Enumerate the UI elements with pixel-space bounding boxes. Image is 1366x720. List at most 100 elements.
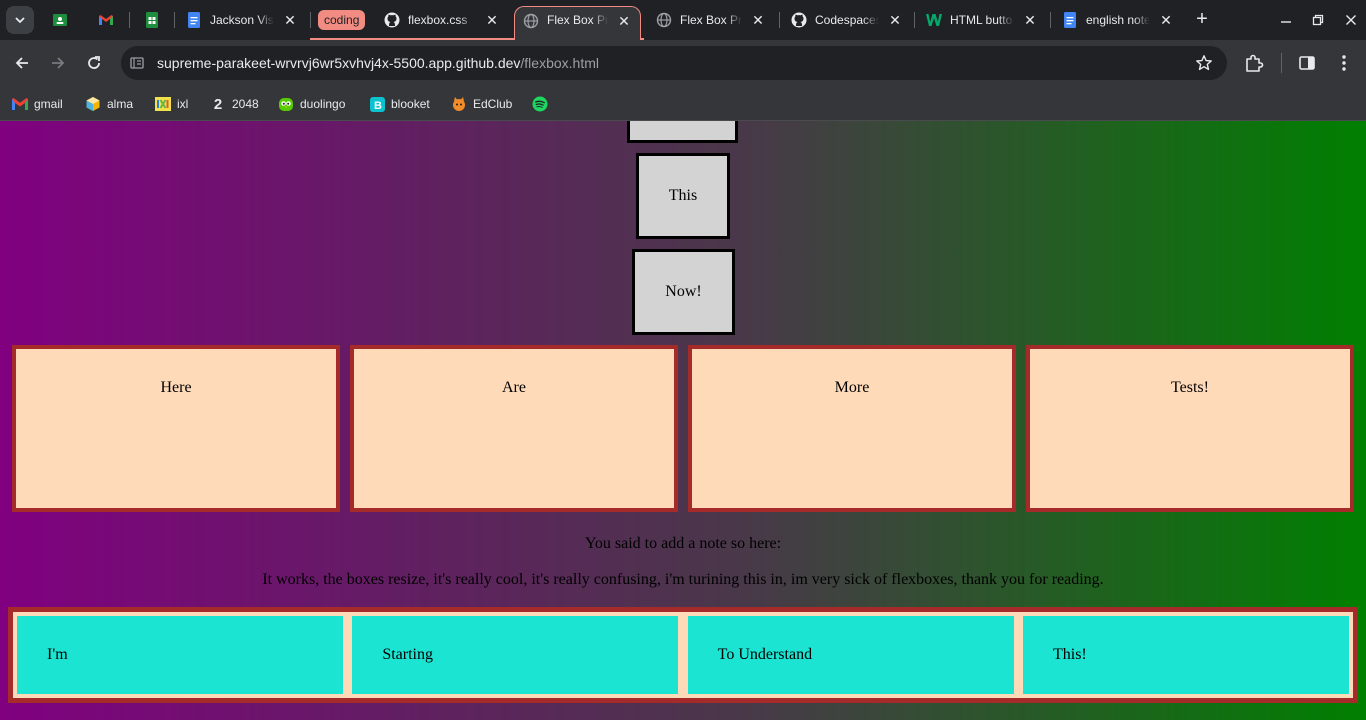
bookmark-spotify[interactable]: [528, 91, 558, 117]
note-text: It works, the boxes resize, it's really …: [262, 571, 1104, 588]
minimize-icon: [1281, 21, 1291, 23]
tab-separator: [914, 12, 915, 28]
tab-separator: [779, 12, 780, 28]
cyan-box-label: This!: [1052, 646, 1087, 663]
peach-box-label: Here: [160, 379, 192, 396]
bookmark-alma[interactable]: alma: [81, 91, 137, 117]
minimize-button[interactable]: [1272, 6, 1300, 34]
peach-box-label: Tests!: [1171, 379, 1209, 396]
tab-title: Jackson Vis: [210, 13, 274, 27]
tab-title: Codespaces: [815, 13, 879, 27]
google-docs-icon: [186, 12, 202, 28]
bookmarks-bar: gmail alma ixl 2 2048 duolingo B blooket…: [0, 86, 1366, 121]
close-icon: [1346, 15, 1356, 25]
bookmark-star-icon[interactable]: [1195, 54, 1213, 72]
address-bar[interactable]: supreme-parakeet-wrvrvj6wr5xvhvj4x-5500.…: [121, 46, 1227, 80]
bookmark-edclub[interactable]: EdClub: [447, 91, 516, 117]
tab-title: Flex Box Pra: [547, 13, 608, 27]
url-host: supreme-parakeet-wrvrvj6wr5xvhvj4x-5500.…: [157, 55, 521, 71]
back-button[interactable]: [8, 49, 36, 77]
extensions-button[interactable]: [1243, 52, 1265, 74]
tab-html-button[interactable]: HTML butto ✕: [918, 6, 1046, 34]
close-tab-icon[interactable]: ✕: [282, 12, 298, 28]
tab-title: Flex Box Pra: [680, 13, 742, 27]
peach-box: Tests!: [1026, 345, 1354, 512]
bookmark-label: ixl: [177, 97, 189, 111]
bookmark-duolingo[interactable]: duolingo: [274, 91, 349, 117]
bookmark-label: alma: [107, 97, 134, 111]
note-heading: You said to add a note so here:: [584, 535, 782, 552]
tab-english-notes[interactable]: english note ✕: [1054, 6, 1182, 34]
side-panel-icon: [1299, 56, 1315, 70]
w3schools-icon: [926, 12, 942, 28]
close-tab-icon[interactable]: ✕: [616, 13, 632, 29]
toolbar-divider: [1281, 53, 1282, 73]
bookmark-ixl[interactable]: ixl: [151, 91, 192, 117]
tab-separator: [174, 12, 175, 28]
forward-button[interactable]: [44, 49, 72, 77]
bookmark-label: gmail: [34, 97, 63, 111]
bookmark-label: duolingo: [300, 97, 346, 111]
globe-icon: [656, 12, 672, 28]
cyan-box-label: To Understand: [717, 646, 813, 663]
peach-box: Here: [12, 345, 340, 512]
tab-codespaces[interactable]: Codespaces ✕: [783, 6, 911, 34]
tab-group-label[interactable]: coding: [318, 10, 366, 30]
tab-flexbox-active[interactable]: Flex Box Pra ✕: [514, 6, 641, 40]
reload-icon: [88, 56, 100, 69]
google-classroom-icon: [53, 14, 67, 26]
github-icon: [384, 12, 400, 28]
close-tab-icon[interactable]: ✕: [1022, 12, 1038, 28]
tab-title: HTML butto: [950, 13, 1013, 27]
pinned-tab-sheets[interactable]: [140, 8, 164, 32]
stack-box-label: This: [668, 187, 698, 204]
page-viewport: This Now! Here Are More Tests! You said …: [0, 121, 1366, 720]
close-tab-icon[interactable]: ✕: [750, 12, 766, 28]
browser-menu-button[interactable]: [1333, 52, 1355, 74]
2048-icon: 2: [213, 95, 223, 113]
restore-button[interactable]: [1304, 6, 1332, 34]
peach-box: Are: [350, 345, 678, 512]
stack-box: This: [636, 153, 730, 239]
tab-title: english note: [1086, 13, 1150, 27]
peach-box: More: [688, 345, 1016, 512]
arrow-left-icon: [15, 57, 28, 69]
restore-icon: [1312, 14, 1324, 26]
tab-jackson[interactable]: Jackson Vis ✕: [178, 6, 306, 34]
google-sheets-icon: [146, 12, 158, 28]
stack-box: Now!: [632, 249, 735, 335]
puzzle-icon: [1246, 54, 1264, 72]
bookmark-blooket[interactable]: B blooket: [365, 91, 434, 117]
gmail-icon: [99, 15, 113, 25]
close-window-button[interactable]: [1337, 6, 1365, 34]
stack-box-label: Now!: [665, 283, 702, 300]
close-tab-icon[interactable]: ✕: [1158, 12, 1174, 28]
github-icon: [791, 12, 807, 28]
bookmark-gmail[interactable]: gmail: [8, 91, 67, 117]
side-panel-button[interactable]: [1296, 52, 1318, 74]
close-tab-icon[interactable]: ✕: [484, 12, 500, 28]
cyan-box-label: I'm: [47, 646, 68, 663]
ixl-icon: [155, 96, 171, 112]
url-path: /flexbox.html: [520, 55, 599, 71]
spotify-icon: [532, 96, 548, 112]
more-vert-icon: [1342, 55, 1346, 71]
bookmark-label: 2048: [232, 97, 259, 111]
tab-search-button[interactable]: [6, 6, 34, 34]
blooket-icon: B: [369, 96, 385, 112]
url-text[interactable]: supreme-parakeet-wrvrvj6wr5xvhvj4x-5500.…: [157, 55, 599, 71]
bookmark-2048[interactable]: 2 2048: [206, 91, 263, 117]
tab-flexbox-2[interactable]: Flex Box Pra ✕: [648, 6, 774, 34]
pinned-tab-classroom[interactable]: [48, 8, 72, 32]
cyan-box: To Understand: [687, 616, 1014, 694]
arrow-right-icon: [52, 57, 65, 69]
reload-button[interactable]: [80, 49, 108, 77]
chevron-down-icon: [15, 17, 25, 24]
alma-icon: [85, 96, 101, 112]
new-tab-button[interactable]: +: [1190, 8, 1214, 32]
google-docs-icon: [1062, 12, 1078, 28]
tab-flexbox-css[interactable]: flexbox.css ✕: [376, 6, 508, 34]
pinned-tab-gmail[interactable]: [94, 8, 118, 32]
site-info-icon[interactable]: [129, 55, 145, 71]
close-tab-icon[interactable]: ✕: [887, 12, 903, 28]
